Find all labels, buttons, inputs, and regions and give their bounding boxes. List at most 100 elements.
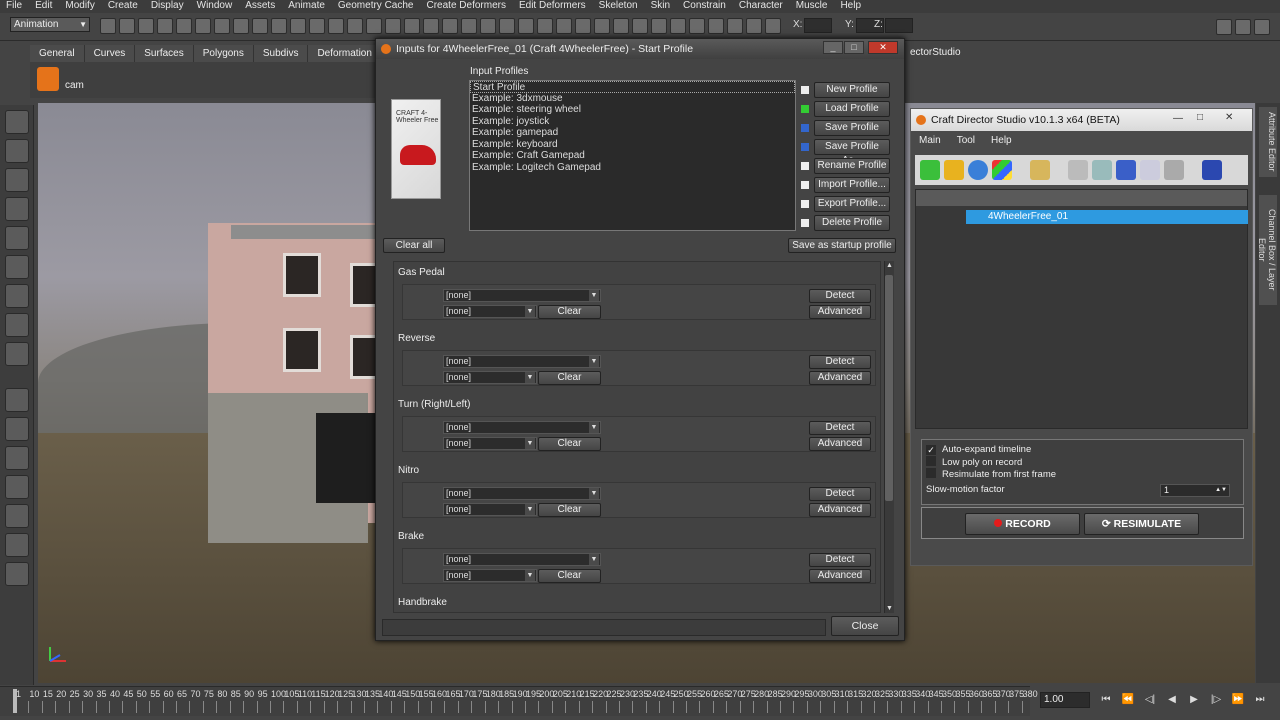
clear-button[interactable]: Clear [538, 305, 601, 319]
toolbar-tool-icon[interactable] [100, 18, 116, 34]
menu-edit[interactable]: Edit [29, 0, 59, 13]
low-poly-checkbox[interactable]: Low poly on record [926, 456, 1022, 468]
layout-side-icon[interactable] [5, 446, 29, 470]
flag-icon[interactable] [1202, 160, 1222, 180]
maximize-icon[interactable]: □ [844, 41, 864, 54]
menu-file[interactable]: File [0, 0, 29, 13]
gamepad-icon[interactable] [1092, 160, 1112, 180]
maximize-icon[interactable]: □ [1197, 112, 1203, 123]
clear-button[interactable]: Clear [538, 503, 601, 517]
settings-gear-icon[interactable] [968, 160, 988, 180]
step-back-frame-icon[interactable]: ◁| [1142, 693, 1158, 707]
advanced-button[interactable]: Advanced [809, 437, 871, 451]
go-to-end-icon[interactable]: ⏭ [1252, 693, 1268, 707]
copy-icon[interactable] [1140, 160, 1160, 180]
craft-logo-icon[interactable] [37, 67, 59, 91]
menu-constrain[interactable]: Constrain [677, 0, 733, 13]
profile-list-item[interactable]: Example: Logitech Gamepad [470, 162, 795, 174]
tools-grid-icon[interactable] [992, 160, 1012, 180]
detect-button[interactable]: Detect [809, 355, 871, 369]
secondary-input-select[interactable]: [none] ▼ [443, 371, 537, 384]
shelf-tab-general[interactable]: General [30, 45, 85, 62]
play-forward-icon[interactable]: ▶ [1186, 693, 1202, 707]
shelf-tab-polygons[interactable]: Polygons [193, 45, 254, 62]
shelf-tab-deformation[interactable]: Deformation [308, 45, 382, 62]
save-profile-button[interactable]: Save Profile [814, 120, 890, 136]
toolbar-tool-icon[interactable] [214, 18, 230, 34]
menu-create[interactable]: Create [102, 0, 145, 13]
step-forward-frame-icon[interactable]: |▷ [1208, 693, 1224, 707]
toolbar-tool-icon[interactable] [689, 18, 705, 34]
shelf-tab-subdivs[interactable]: Subdivs [253, 45, 309, 62]
toolbar-tool-icon[interactable] [556, 18, 572, 34]
menu-animate[interactable]: Animate [282, 0, 332, 13]
toolbar-tool-icon[interactable] [309, 18, 325, 34]
toolbar-tool-icon[interactable] [594, 18, 610, 34]
toolbar-tool-icon[interactable] [233, 18, 249, 34]
toolbar-tool-icon[interactable] [176, 18, 192, 34]
menu-skeleton[interactable]: Skeleton [593, 0, 645, 13]
import-profile-button[interactable]: Import Profile... [814, 177, 890, 193]
auto-expand-checkbox[interactable]: ✓ Auto-expand timeline [926, 444, 1031, 456]
toolbar-tool-icon[interactable] [271, 18, 287, 34]
smc-icon[interactable] [944, 160, 964, 180]
record-button[interactable]: RECORD [965, 513, 1080, 535]
primary-input-select[interactable]: [none] ▼ [443, 289, 601, 302]
primary-input-select[interactable]: [none] ▼ [443, 487, 601, 500]
time-slider[interactable]: 1 10 15 20 25 30 35 40 45 50 55 60 65 70 75 80 85 90 95 100… [0, 686, 1038, 716]
toolbar-tool-icon[interactable] [138, 18, 154, 34]
minimize-icon[interactable]: — [1173, 113, 1183, 124]
folder-icon[interactable] [1030, 160, 1050, 180]
layout-dope-icon[interactable] [5, 533, 29, 557]
detect-button[interactable]: Detect [809, 487, 871, 501]
wrench-icon[interactable] [1068, 160, 1088, 180]
toolbar-tool-icon[interactable] [423, 18, 439, 34]
shelf-tab-craft[interactable]: ectorStudio [910, 47, 961, 58]
clear-button[interactable]: Clear [538, 569, 601, 583]
clear-button[interactable]: Clear [538, 371, 601, 385]
toolbar-tool-icon[interactable] [537, 18, 553, 34]
layout-single-icon[interactable] [5, 388, 29, 412]
toolbar-tool-icon[interactable] [651, 18, 667, 34]
step-forward-key-icon[interactable]: ⏩ [1230, 693, 1246, 707]
close-icon[interactable]: ✕ [1225, 112, 1233, 123]
flag-icon[interactable] [1116, 160, 1136, 180]
primary-input-select[interactable]: [none] ▼ [443, 421, 601, 434]
shelf-cam-label[interactable]: cam [65, 80, 84, 91]
shelf-tab-surfaces[interactable]: Surfaces [135, 45, 194, 62]
slowmo-field[interactable]: 1 ▲▼ [1160, 484, 1230, 497]
toolbar-tool-icon[interactable] [746, 18, 762, 34]
shelf-tab-curves[interactable]: Curves [84, 45, 136, 62]
lasso-tool-icon[interactable] [5, 139, 29, 163]
menu-tool[interactable]: Tool [949, 133, 983, 151]
toolbar-tool-icon[interactable] [119, 18, 135, 34]
primary-input-select[interactable]: [none] ▼ [443, 553, 601, 566]
profile-list-item[interactable]: Example: Craft Gamepad [470, 150, 795, 162]
panel-layout-icon[interactable] [1216, 19, 1232, 35]
save-profile-as-button[interactable]: Save Profile As... [814, 139, 890, 166]
menu-character[interactable]: Character [733, 0, 790, 13]
toolbar-tool-icon[interactable] [404, 18, 420, 34]
minimize-icon[interactable]: _ [823, 41, 843, 54]
x-field[interactable] [804, 18, 832, 33]
clear-all-button[interactable]: Clear all [383, 238, 445, 253]
menu-help[interactable]: Help [834, 0, 868, 13]
profile-list-item[interactable]: Example: keyboard [470, 139, 795, 151]
toolbar-tool-icon[interactable] [252, 18, 268, 34]
close-button[interactable]: Close [831, 616, 899, 636]
tab-attribute-editor[interactable]: Attribute Editor [1259, 107, 1277, 177]
profile-list-item[interactable]: Example: joystick [470, 116, 795, 128]
toolbar-tool-icon[interactable] [195, 18, 211, 34]
toolbar-tool-icon[interactable] [347, 18, 363, 34]
toolbar-tool-icon[interactable] [499, 18, 515, 34]
secondary-input-select[interactable]: [none] ▼ [443, 437, 537, 450]
scale-tool-icon[interactable] [5, 255, 29, 279]
export-profile-button[interactable]: Export Profile... [814, 196, 890, 212]
load-profile-button[interactable]: Load Profile [814, 101, 890, 117]
current-time-field[interactable]: 1.00 [1040, 692, 1090, 708]
tab-channel-box[interactable]: Channel Box / Layer Editor [1257, 195, 1277, 305]
close-icon[interactable]: ✕ [868, 41, 898, 54]
current-time-marker[interactable] [13, 689, 17, 713]
toolbar-tool-icon[interactable] [157, 18, 173, 34]
menu-modify[interactable]: Modify [59, 0, 101, 13]
